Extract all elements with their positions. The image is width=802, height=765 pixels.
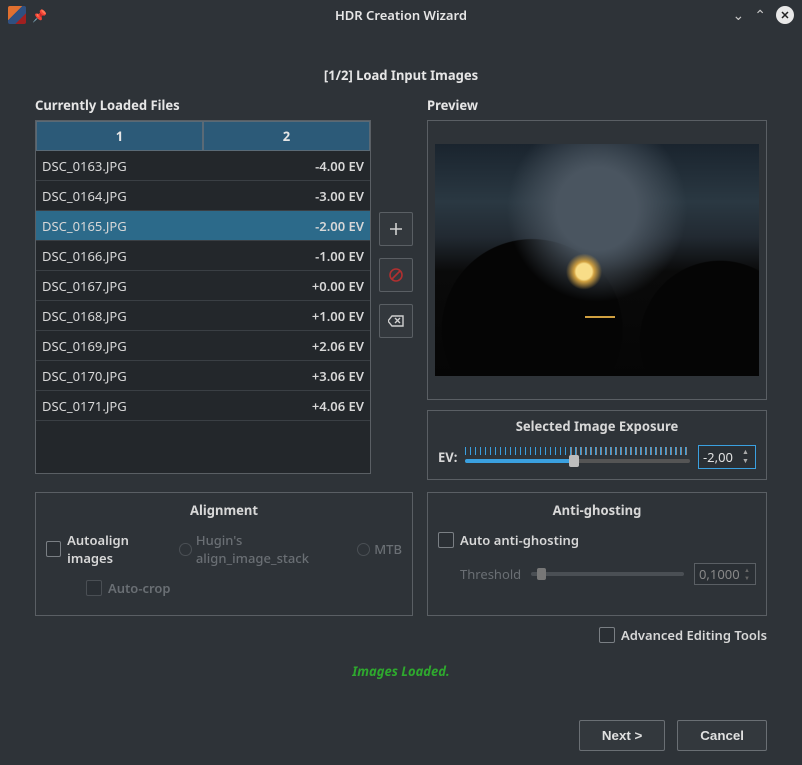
cancel-button[interactable]: Cancel — [677, 720, 767, 751]
remove-file-button[interactable] — [379, 258, 413, 292]
file-ev: +0.00 EV — [203, 271, 370, 300]
advanced-tools-checkbox[interactable]: Advanced Editing Tools — [599, 626, 767, 644]
file-table: 1 2 DSC_0163.JPG-4.00 EVDSC_0164.JPG-3.0… — [35, 120, 371, 474]
table-row[interactable]: DSC_0166.JPG-1.00 EV — [36, 241, 370, 271]
exposure-panel: Selected Image Exposure EV: -2,00 ▲▼ — [427, 410, 767, 480]
engine-mtb-label: MTB — [374, 540, 402, 558]
ev-value: -2,00 — [703, 448, 733, 466]
autocrop-label: Auto-crop — [108, 579, 171, 597]
minimize-icon[interactable]: ⌄ — [733, 6, 745, 25]
table-header-2[interactable]: 2 — [203, 121, 370, 151]
window-controls: ⌄ ⌃ ✕ — [733, 6, 794, 25]
file-name: DSC_0164.JPG — [36, 181, 203, 210]
forbidden-icon — [388, 267, 404, 283]
file-ev: -2.00 EV — [203, 211, 370, 240]
loaded-files-title: Currently Loaded Files — [35, 96, 413, 114]
threshold-spinbox: 0,1000 ▲▼ — [694, 563, 756, 585]
threshold-value: 0,1000 — [699, 565, 740, 583]
close-icon[interactable]: ✕ — [776, 6, 794, 24]
pin-icon[interactable]: 📌 — [32, 7, 47, 24]
file-ev: +2.06 EV — [203, 331, 370, 360]
file-name: DSC_0167.JPG — [36, 271, 203, 300]
table-header-1[interactable]: 1 — [36, 121, 203, 151]
window-title: HDR Creation Wizard — [0, 6, 802, 24]
exposure-title: Selected Image Exposure — [438, 417, 756, 435]
table-row[interactable]: DSC_0165.JPG-2.00 EV — [36, 211, 370, 241]
auto-antighost-checkbox[interactable]: Auto anti-ghosting — [438, 531, 756, 549]
autoalign-label: Autoalign images — [67, 531, 171, 567]
window-titlebar: 📌 HDR Creation Wizard ⌄ ⌃ ✕ — [0, 0, 802, 30]
ev-slider[interactable] — [465, 447, 690, 467]
status-text: Images Loaded. — [35, 662, 767, 680]
file-name: DSC_0171.JPG — [36, 391, 203, 420]
add-file-button[interactable] — [379, 212, 413, 246]
table-row[interactable]: DSC_0170.JPG+3.06 EV — [36, 361, 370, 391]
table-row[interactable]: DSC_0168.JPG+1.00 EV — [36, 301, 370, 331]
clear-files-button[interactable] — [379, 304, 413, 338]
file-ev: -3.00 EV — [203, 181, 370, 210]
preview-title: Preview — [427, 96, 767, 114]
ev-spinbox[interactable]: -2,00 ▲▼ — [698, 445, 756, 469]
step-label: [1/2] Load Input Images — [35, 66, 767, 84]
auto-antighost-label: Auto anti-ghosting — [460, 531, 579, 549]
threshold-label: Threshold — [460, 565, 521, 583]
file-ev: -4.00 EV — [203, 151, 370, 180]
table-row[interactable]: DSC_0171.JPG+4.06 EV — [36, 391, 370, 421]
preview-image — [435, 144, 759, 376]
file-ev: +1.00 EV — [203, 301, 370, 330]
file-name: DSC_0169.JPG — [36, 331, 203, 360]
autoalign-checkbox[interactable]: Autoalign images — [46, 531, 171, 567]
file-name: DSC_0165.JPG — [36, 211, 203, 240]
file-name: DSC_0166.JPG — [36, 241, 203, 270]
file-name: DSC_0163.JPG — [36, 151, 203, 180]
clear-icon — [388, 315, 404, 327]
file-ev: +4.06 EV — [203, 391, 370, 420]
table-row[interactable]: DSC_0167.JPG+0.00 EV — [36, 271, 370, 301]
file-name: DSC_0168.JPG — [36, 301, 203, 330]
engine-hugin-radio: Hugin's align_image_stack — [179, 531, 349, 567]
maximize-icon[interactable]: ⌃ — [754, 6, 766, 25]
plus-icon — [389, 222, 403, 236]
antighost-title: Anti-ghosting — [438, 501, 756, 519]
antighost-panel: Anti-ghosting Auto anti-ghosting Thresho… — [427, 492, 767, 616]
file-ev: +3.06 EV — [203, 361, 370, 390]
table-row[interactable]: DSC_0163.JPG-4.00 EV — [36, 151, 370, 181]
preview-box — [427, 120, 767, 400]
table-row[interactable]: DSC_0164.JPG-3.00 EV — [36, 181, 370, 211]
alignment-panel: Alignment Autoalign images Hugin's align… — [35, 492, 413, 616]
threshold-slider — [531, 572, 684, 576]
next-button[interactable]: Next > — [579, 720, 665, 751]
advanced-tools-label: Advanced Editing Tools — [621, 626, 767, 644]
engine-mtb-radio: MTB — [357, 540, 402, 558]
file-ev: -1.00 EV — [203, 241, 370, 270]
ev-label: EV: — [438, 448, 457, 466]
app-icon — [8, 6, 26, 24]
table-row[interactable]: DSC_0169.JPG+2.06 EV — [36, 331, 370, 361]
alignment-title: Alignment — [46, 501, 402, 519]
file-name: DSC_0170.JPG — [36, 361, 203, 390]
autocrop-checkbox: Auto-crop — [86, 579, 402, 597]
engine-hugin-label: Hugin's align_image_stack — [196, 531, 349, 567]
